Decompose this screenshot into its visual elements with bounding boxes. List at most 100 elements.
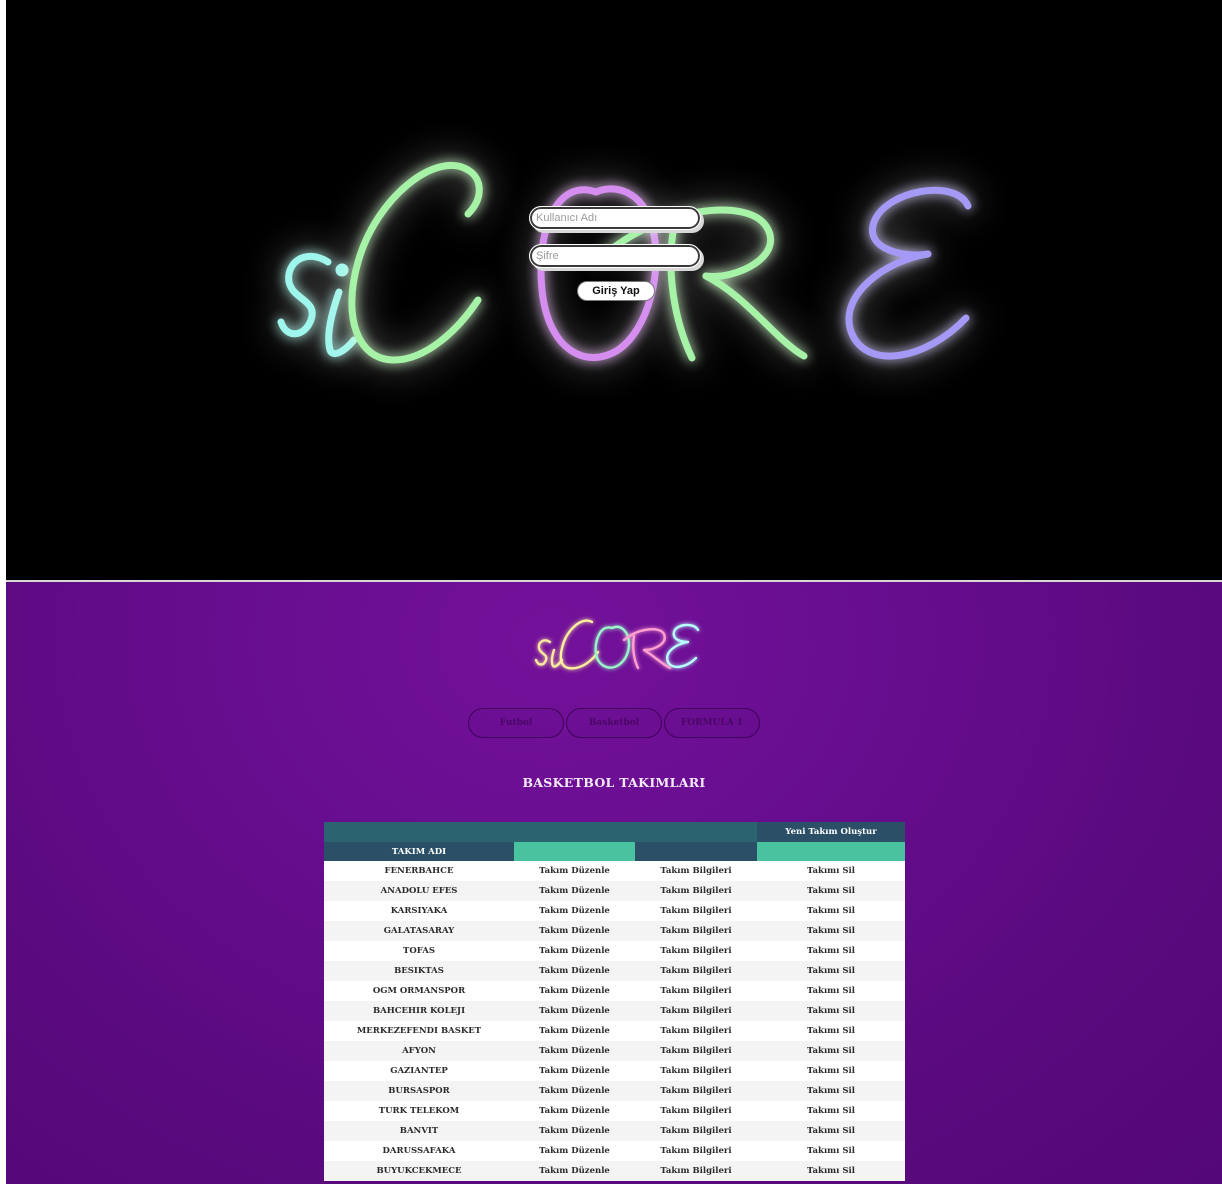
table-row: AFYON Takım Düzenle Takım Bilgileri Takımı … [324,1041,905,1061]
edit-team-link[interactable]: Takım Düzenle [514,1041,635,1061]
edit-team-link[interactable]: Takım Düzenle [514,1001,635,1021]
info-column-header [635,842,757,861]
delete-team-link[interactable]: Takımı Sil [757,1121,905,1141]
delete-team-link[interactable]: Takımı Sil [757,861,905,881]
team-name-cell: OGM ORMANSPOR [324,981,514,1001]
team-info-link[interactable]: Takım Bilgileri [635,961,757,981]
toolbar-spacer [324,822,514,842]
team-info-link[interactable]: Takım Bilgileri [635,1141,757,1161]
team-name-cell: AFYON [324,1041,514,1061]
delete-team-link[interactable]: Takımı Sil [757,961,905,981]
delete-column-header [757,842,905,861]
teams-table-body: FENERBAHCE Takım Düzenle Takım Bilgileri Ta… [324,861,905,1181]
team-name-cell: BANVIT [324,1121,514,1141]
team-name-cell: KARSIYAKA [324,901,514,921]
table-row: MERKEZEFENDI BASKET Takım Düzenle Takım Bi… [324,1021,905,1041]
delete-team-link[interactable]: Takımı Sil [757,981,905,1001]
edit-team-link[interactable]: Takım Düzenle [514,1021,635,1041]
tab-formula-1[interactable]: FORMULA 1 [664,708,760,738]
edit-team-link[interactable]: Takım Düzenle [514,881,635,901]
delete-team-link[interactable]: Takımı Sil [757,1041,905,1061]
team-info-link[interactable]: Takım Bilgileri [635,921,757,941]
table-row: GALATASARAY Takım Düzenle Takım Bilgileri T… [324,921,905,941]
edit-column-header [514,842,635,861]
team-info-link[interactable]: Takım Bilgileri [635,1101,757,1121]
edit-team-link[interactable]: Takım Düzenle [514,1101,635,1121]
table-row: ANADOLU EFES Takım Düzenle Takım Bilgileri… [324,881,905,901]
edit-team-link[interactable]: Takım Düzenle [514,1161,635,1181]
password-input[interactable] [529,244,701,268]
delete-team-link[interactable]: Takımı Sil [757,1101,905,1121]
tab-basketbol[interactable]: Basketbol [566,708,662,738]
table-header-row: TAKIM ADI [324,842,905,861]
table-row: GAZIANTEP Takım Düzenle Takım Bilgileri Tak… [324,1061,905,1081]
team-name-cell: BAHCEHIR KOLEJI [324,1001,514,1021]
team-name-cell: MERKEZEFENDI BASKET [324,1021,514,1041]
team-info-link[interactable]: Takım Bilgileri [635,1081,757,1101]
table-row: BAHCEHIR KOLEJI Takım Düzenle Takım Bilgil… [324,1001,905,1021]
team-info-link[interactable]: Takım Bilgileri [635,1121,757,1141]
team-name-header: TAKIM ADI [324,842,514,861]
edit-team-link[interactable]: Takım Düzenle [514,1061,635,1081]
table-row: OGM ORMANSPOR Takım Düzenle Takım Bilgiler… [324,981,905,1001]
delete-team-link[interactable]: Takımı Sil [757,1161,905,1181]
team-info-link[interactable]: Takım Bilgileri [635,1021,757,1041]
edit-team-link[interactable]: Takım Düzenle [514,861,635,881]
table-toolbar-row: Yeni Takım Oluştur [324,822,905,842]
delete-team-link[interactable]: Takımı Sil [757,921,905,941]
delete-team-link[interactable]: Takımı Sil [757,941,905,961]
edit-team-link[interactable]: Takım Düzenle [514,1081,635,1101]
table-row: BANVIT Takım Düzenle Takım Bilgileri Takımı… [324,1121,905,1141]
table-row: TOFAS Takım Düzenle Takım Bilgileri Takımı … [324,941,905,961]
delete-team-link[interactable]: Takımı Sil [757,881,905,901]
username-input[interactable] [529,206,701,230]
edit-team-link[interactable]: Takım Düzenle [514,1141,635,1161]
edit-team-link[interactable]: Takım Düzenle [514,961,635,981]
team-info-link[interactable]: Takım Bilgileri [635,1161,757,1181]
team-info-link[interactable]: Takım Bilgileri [635,1061,757,1081]
table-row: FENERBAHCE Takım Düzenle Takım Bilgileri Ta… [324,861,905,881]
edit-team-link[interactable]: Takım Düzenle [514,981,635,1001]
page-title: BASKETBOL TAKIMLARI [522,775,706,790]
team-name-cell: ANADOLU EFES [324,881,514,901]
table-row: DARUSSAFAKA Takım Düzenle Takım Bilgileri T… [324,1141,905,1161]
toolbar-spacer [514,822,635,842]
edit-team-link[interactable]: Takım Düzenle [514,921,635,941]
team-name-cell: DARUSSAFAKA [324,1141,514,1161]
dashboard-screen: Futbol Basketbol FORMULA 1 BASKETBOL TAK… [6,582,1222,1184]
team-info-link[interactable]: Takım Bilgileri [635,861,757,881]
team-name-cell: BUYUKCEKMECE [324,1161,514,1181]
delete-team-link[interactable]: Takımı Sil [757,1001,905,1021]
table-row: BURSASPOR Takım Düzenle Takım Bilgileri Tak… [324,1081,905,1101]
team-name-cell: GAZIANTEP [324,1061,514,1081]
team-info-link[interactable]: Takım Bilgileri [635,941,757,961]
team-info-link[interactable]: Takım Bilgileri [635,901,757,921]
tab-futbol[interactable]: Futbol [468,708,564,738]
toolbar-spacer [635,822,757,842]
team-info-link[interactable]: Takım Bilgileri [635,1041,757,1061]
delete-team-link[interactable]: Takımı Sil [757,901,905,921]
delete-team-link[interactable]: Takımı Sil [757,1061,905,1081]
team-info-link[interactable]: Takım Bilgileri [635,881,757,901]
team-name-cell: GALATASARAY [324,921,514,941]
teams-table: Yeni Takım Oluştur TAKIM ADI FENERBAHCE T… [324,822,905,1181]
login-screen: Giriş Yap [6,0,1222,580]
team-name-cell: BESIKTAS [324,961,514,981]
team-name-cell: TOFAS [324,941,514,961]
team-name-cell: TURK TELEKOM [324,1101,514,1121]
team-name-cell: BURSASPOR [324,1081,514,1101]
login-button[interactable]: Giriş Yap [577,281,655,301]
edit-team-link[interactable]: Takım Düzenle [514,941,635,961]
team-info-link[interactable]: Takım Bilgileri [635,981,757,1001]
delete-team-link[interactable]: Takımı Sil [757,1021,905,1041]
delete-team-link[interactable]: Takımı Sil [757,1081,905,1101]
table-row: BUYUKCEKMECE Takım Düzenle Takım Bilgileri… [324,1161,905,1181]
table-row: KARSIYAKA Takım Düzenle Takım Bilgileri Tak… [324,901,905,921]
team-name-cell: FENERBAHCE [324,861,514,881]
edit-team-link[interactable]: Takım Düzenle [514,1121,635,1141]
sicore-logo [534,619,700,670]
team-info-link[interactable]: Takım Bilgileri [635,1001,757,1021]
delete-team-link[interactable]: Takımı Sil [757,1141,905,1161]
edit-team-link[interactable]: Takım Düzenle [514,901,635,921]
create-team-button[interactable]: Yeni Takım Oluştur [757,822,905,842]
